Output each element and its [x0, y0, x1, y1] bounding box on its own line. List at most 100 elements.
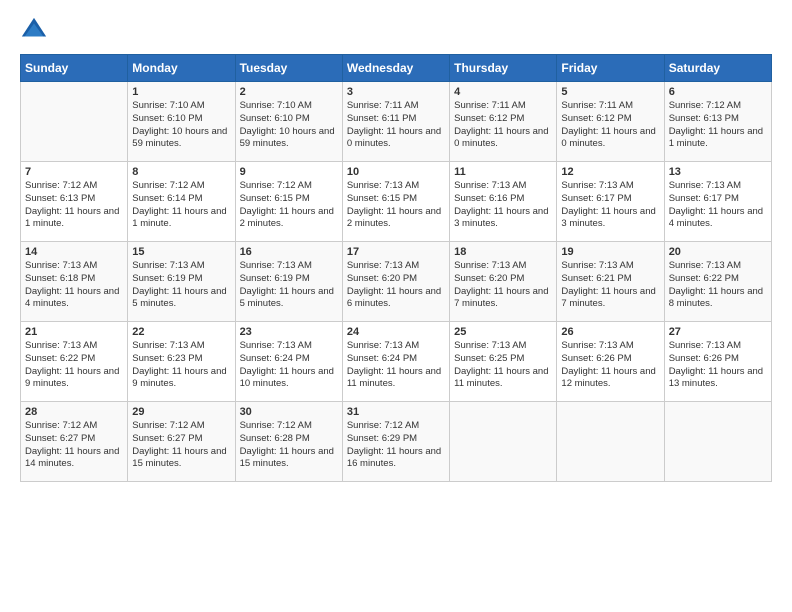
day-info: Sunrise: 7:11 AM Sunset: 6:11 PM Dayligh…: [347, 100, 445, 151]
day-number: 7: [25, 166, 123, 178]
calendar-cell: 28 Sunrise: 7:12 AM Sunset: 6:27 PM Dayli…: [21, 402, 128, 482]
day-number: 3: [347, 86, 445, 98]
page-header: [20, 16, 772, 44]
calendar-cell: 10 Sunrise: 7:13 AM Sunset: 6:15 PM Dayli…: [342, 162, 449, 242]
day-info: Sunrise: 7:11 AM Sunset: 6:12 PM Dayligh…: [561, 100, 659, 151]
day-info: Sunrise: 7:13 AM Sunset: 6:26 PM Dayligh…: [669, 340, 767, 391]
calendar-cell: 17Sunrise: 7:13 AM Sunset: 6:20 PM Dayli…: [342, 242, 449, 322]
day-number: 25: [454, 326, 552, 338]
day-number: 8: [132, 166, 230, 178]
calendar-cell: [664, 402, 771, 482]
day-number: 12: [561, 166, 659, 178]
logo-icon: [20, 16, 48, 44]
day-number: 18: [454, 246, 552, 258]
calendar-cell: 30 Sunrise: 7:12 AM Sunset: 6:28 PM Dayli…: [235, 402, 342, 482]
day-number: 11: [454, 166, 552, 178]
day-info: Sunrise: 7:12 AM Sunset: 6:27 PM Dayligh…: [25, 420, 123, 471]
day-number: 13: [669, 166, 767, 178]
day-info: Sunrise: 7:12 AM Sunset: 6:29 PM Dayligh…: [347, 420, 445, 471]
calendar-cell: 6 Sunrise: 7:12 AM Sunset: 6:13 PM Daylig…: [664, 82, 771, 162]
calendar-cell: 16 Sunrise: 7:13 AM Sunset: 6:19 PM Dayli…: [235, 242, 342, 322]
day-number: 23: [240, 326, 338, 338]
day-info: Sunrise: 7:12 AM Sunset: 6:13 PM Dayligh…: [669, 100, 767, 151]
calendar-week-row: 7 Sunrise: 7:12 AM Sunset: 6:13 PM Daylig…: [21, 162, 772, 242]
day-number: 22: [132, 326, 230, 338]
day-info: Sunrise: 7:13 AM Sunset: 6:23 PM Dayligh…: [132, 340, 230, 391]
calendar-cell: 9 Sunrise: 7:12 AM Sunset: 6:15 PM Daylig…: [235, 162, 342, 242]
day-number: 4: [454, 86, 552, 98]
day-info: Sunrise: 7:11 AM Sunset: 6:12 PM Dayligh…: [454, 100, 552, 151]
day-info: Sunrise: 7:12 AM Sunset: 6:13 PM Dayligh…: [25, 180, 123, 231]
calendar-week-row: 21Sunrise: 7:13 AM Sunset: 6:22 PM Dayli…: [21, 322, 772, 402]
day-number: 14: [25, 246, 123, 258]
day-number: 31: [347, 406, 445, 418]
calendar-cell: 21Sunrise: 7:13 AM Sunset: 6:22 PM Dayli…: [21, 322, 128, 402]
day-info: Sunrise: 7:13 AM Sunset: 6:26 PM Dayligh…: [561, 340, 659, 391]
calendar-cell: 29 Sunrise: 7:12 AM Sunset: 6:27 PM Dayli…: [128, 402, 235, 482]
calendar-cell: 18Sunrise: 7:13 AM Sunset: 6:20 PM Dayli…: [450, 242, 557, 322]
day-info: Sunrise: 7:13 AM Sunset: 6:24 PM Dayligh…: [347, 340, 445, 391]
calendar-week-row: 28 Sunrise: 7:12 AM Sunset: 6:27 PM Dayli…: [21, 402, 772, 482]
weekday-header: Saturday: [664, 55, 771, 82]
day-info: Sunrise: 7:13 AM Sunset: 6:19 PM Dayligh…: [132, 260, 230, 311]
day-number: 16: [240, 246, 338, 258]
calendar-cell: 24 Sunrise: 7:13 AM Sunset: 6:24 PM Dayli…: [342, 322, 449, 402]
calendar-cell: 13 Sunrise: 7:13 AM Sunset: 6:17 PM Dayli…: [664, 162, 771, 242]
calendar-cell: 3 Sunrise: 7:11 AM Sunset: 6:11 PM Daylig…: [342, 82, 449, 162]
calendar-cell: 11 Sunrise: 7:13 AM Sunset: 6:16 PM Dayli…: [450, 162, 557, 242]
day-info: Sunrise: 7:13 AM Sunset: 6:18 PM Dayligh…: [25, 260, 123, 311]
day-number: 1: [132, 86, 230, 98]
calendar-cell: 12Sunrise: 7:13 AM Sunset: 6:17 PM Dayli…: [557, 162, 664, 242]
day-info: Sunrise: 7:13 AM Sunset: 6:24 PM Dayligh…: [240, 340, 338, 391]
day-info: Sunrise: 7:10 AM Sunset: 6:10 PM Dayligh…: [240, 100, 338, 151]
day-info: Sunrise: 7:13 AM Sunset: 6:16 PM Dayligh…: [454, 180, 552, 231]
day-info: Sunrise: 7:13 AM Sunset: 6:21 PM Dayligh…: [561, 260, 659, 311]
day-info: Sunrise: 7:12 AM Sunset: 6:28 PM Dayligh…: [240, 420, 338, 471]
day-number: 6: [669, 86, 767, 98]
day-number: 30: [240, 406, 338, 418]
day-info: Sunrise: 7:13 AM Sunset: 6:15 PM Dayligh…: [347, 180, 445, 231]
day-number: 10: [347, 166, 445, 178]
day-number: 28: [25, 406, 123, 418]
header-row: SundayMondayTuesdayWednesdayThursdayFrid…: [21, 55, 772, 82]
day-number: 15: [132, 246, 230, 258]
calendar-cell: 4 Sunrise: 7:11 AM Sunset: 6:12 PM Daylig…: [450, 82, 557, 162]
day-number: 9: [240, 166, 338, 178]
calendar-cell: 27 Sunrise: 7:13 AM Sunset: 6:26 PM Dayli…: [664, 322, 771, 402]
day-number: 20: [669, 246, 767, 258]
calendar-week-row: 1 Sunrise: 7:10 AM Sunset: 6:10 PM Daylig…: [21, 82, 772, 162]
calendar-cell: 8Sunrise: 7:12 AM Sunset: 6:14 PM Daylig…: [128, 162, 235, 242]
weekday-header: Friday: [557, 55, 664, 82]
calendar-cell: 31 Sunrise: 7:12 AM Sunset: 6:29 PM Dayli…: [342, 402, 449, 482]
calendar-cell: 22 Sunrise: 7:13 AM Sunset: 6:23 PM Dayli…: [128, 322, 235, 402]
day-info: Sunrise: 7:13 AM Sunset: 6:22 PM Dayligh…: [669, 260, 767, 311]
day-info: Sunrise: 7:12 AM Sunset: 6:27 PM Dayligh…: [132, 420, 230, 471]
calendar-cell: 5 Sunrise: 7:11 AM Sunset: 6:12 PM Daylig…: [557, 82, 664, 162]
day-number: 24: [347, 326, 445, 338]
day-info: Sunrise: 7:13 AM Sunset: 6:22 PM Dayligh…: [25, 340, 123, 391]
calendar-week-row: 14 Sunrise: 7:13 AM Sunset: 6:18 PM Dayli…: [21, 242, 772, 322]
calendar-cell: [21, 82, 128, 162]
calendar-cell: 20 Sunrise: 7:13 AM Sunset: 6:22 PM Dayli…: [664, 242, 771, 322]
calendar-cell: 2Sunrise: 7:10 AM Sunset: 6:10 PM Daylig…: [235, 82, 342, 162]
day-info: Sunrise: 7:13 AM Sunset: 6:17 PM Dayligh…: [669, 180, 767, 231]
calendar-cell: 26 Sunrise: 7:13 AM Sunset: 6:26 PM Dayli…: [557, 322, 664, 402]
calendar-cell: 1Sunrise: 7:10 AM Sunset: 6:10 PM Daylig…: [128, 82, 235, 162]
calendar-cell: 7 Sunrise: 7:12 AM Sunset: 6:13 PM Daylig…: [21, 162, 128, 242]
day-number: 5: [561, 86, 659, 98]
page-container: SundayMondayTuesdayWednesdayThursdayFrid…: [0, 0, 792, 492]
day-number: 26: [561, 326, 659, 338]
weekday-header: Monday: [128, 55, 235, 82]
day-info: Sunrise: 7:12 AM Sunset: 6:15 PM Dayligh…: [240, 180, 338, 231]
day-number: 27: [669, 326, 767, 338]
calendar-cell: 23 Sunrise: 7:13 AM Sunset: 6:24 PM Dayli…: [235, 322, 342, 402]
day-info: Sunrise: 7:13 AM Sunset: 6:19 PM Dayligh…: [240, 260, 338, 311]
calendar-cell: 14 Sunrise: 7:13 AM Sunset: 6:18 PM Dayli…: [21, 242, 128, 322]
day-number: 29: [132, 406, 230, 418]
weekday-header: Tuesday: [235, 55, 342, 82]
day-number: 19: [561, 246, 659, 258]
weekday-header: Wednesday: [342, 55, 449, 82]
calendar-cell: 25Sunrise: 7:13 AM Sunset: 6:25 PM Dayli…: [450, 322, 557, 402]
weekday-header: Sunday: [21, 55, 128, 82]
calendar-cell: [450, 402, 557, 482]
